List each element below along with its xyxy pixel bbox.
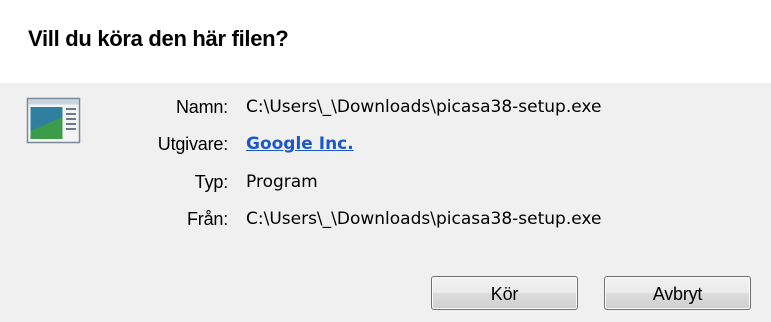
run-file-dialog: Vill du köra den här filen? Namn: C:\Use…: [0, 0, 771, 322]
name-value: C:\Users\_\Downloads\picasa38-setup.exe: [246, 97, 602, 117]
dialog-title: Vill du köra den här filen?: [28, 26, 289, 51]
from-label: Från:: [186, 209, 228, 229]
publisher-link[interactable]: Google Inc.: [246, 134, 354, 154]
from-value: C:\Users\_\Downloads\picasa38-setup.exe: [246, 209, 602, 229]
name-label: Namn:: [175, 97, 228, 117]
type-label: Typ:: [194, 172, 228, 192]
run-button[interactable]: Kör: [431, 276, 578, 310]
type-value: Program: [246, 172, 318, 192]
publisher-label: Utgivare:: [157, 134, 228, 154]
cancel-button[interactable]: Avbryt: [604, 276, 751, 310]
dialog-header: Vill du köra den här filen?: [0, 0, 771, 83]
dialog-body: Namn: C:\Users\_\Downloads\picasa38-setu…: [0, 83, 771, 322]
